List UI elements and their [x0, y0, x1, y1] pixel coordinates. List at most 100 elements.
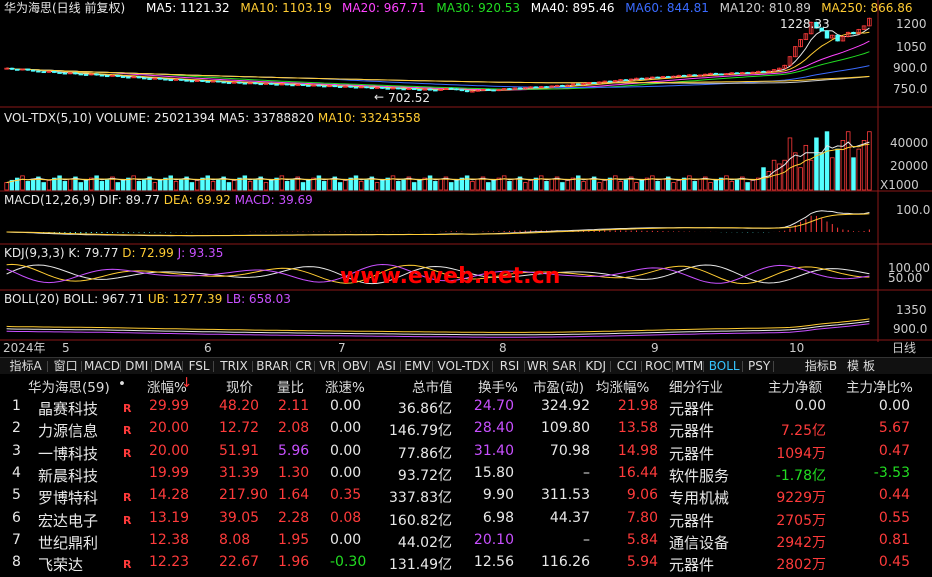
tab-right-1[interactable]: 模 [846, 358, 860, 375]
tab-right-2[interactable]: 板 [862, 358, 876, 375]
tab-brar[interactable]: BRAR [255, 358, 291, 375]
table-row[interactable]: 1 晶赛科技 R 29.99 48.20 2.11 0.00 36.86亿 24.70 324.9… [0, 396, 932, 418]
tab-wr[interactable]: WR [527, 358, 548, 375]
tab-cr[interactable]: CR [293, 358, 314, 375]
month-label-6: 6 [204, 341, 212, 355]
tab-emv[interactable]: EMV [403, 358, 431, 375]
col-pe[interactable]: 市盈(动) [533, 376, 584, 396]
tab-trix[interactable]: TRIX [216, 358, 252, 375]
candle [332, 85, 338, 88]
col-speed[interactable]: 涨速% [325, 376, 365, 396]
tab-dmi[interactable]: DMI [123, 358, 151, 375]
col-market-cap[interactable]: 总市值 [412, 376, 453, 396]
volume-bar [284, 181, 290, 191]
tab-fsl[interactable]: FSL [185, 358, 213, 375]
cell-vr: 2.11 [278, 398, 310, 414]
col-name[interactable]: 华为海思(59) [28, 376, 110, 396]
kline-title: 华为海思(日线 前复权) [4, 0, 125, 15]
tab-separator [703, 361, 705, 372]
candle [576, 83, 581, 86]
candle [136, 76, 142, 79]
cell-speed: -0.30 [330, 554, 367, 571]
cell-avg: 21.98 [617, 398, 658, 414]
tab-sar[interactable]: SAR [550, 358, 578, 375]
period-label[interactable]: 日线 [892, 341, 916, 355]
tab-mtm[interactable]: MTM [675, 358, 703, 375]
cell-avg: 13.58 [617, 420, 658, 437]
table-row[interactable]: 7 世纪鼎利 12.38 8.08 1.95 0.00 44.02亿 20.10 – 5.84 通信… [0, 530, 932, 552]
table-row[interactable]: 4 新晨科技 19.99 31.39 1.30 0.00 93.72亿 15.80 – 16.44… [0, 463, 932, 485]
col-price[interactable]: 现价 [226, 376, 253, 396]
tab-asi[interactable]: ASI [372, 358, 400, 375]
tab-right-0[interactable]: 指标B [800, 358, 842, 375]
cell-r: R [123, 558, 132, 572]
cell-turn: 20.10 [473, 531, 514, 548]
cell-pe: 116.26 [541, 554, 590, 571]
tab-boll[interactable]: BOLL [706, 358, 742, 375]
candle [163, 78, 168, 81]
tab-kdj[interactable]: KDJ [582, 358, 610, 375]
volume-bar [290, 178, 295, 191]
chart-panels[interactable]: 华为海思(日线 前复权) MA5: 1121.32 MA10: 1103.19 MA… [0, 0, 932, 357]
volume-bar [491, 179, 496, 191]
tab-窗口[interactable]: 窗口 [50, 358, 81, 375]
tab-roc[interactable]: ROC [644, 358, 672, 375]
candle [321, 85, 327, 88]
table-row[interactable]: 5 罗博特科 R 14.28 217.90 1.64 0.35 337.83亿 9.90 311.… [0, 485, 932, 507]
cell-pe: – [583, 531, 590, 548]
cell-pe: 70.98 [549, 442, 590, 459]
col-main-ratio[interactable]: 主力净比% [846, 376, 913, 396]
tab-separator [742, 361, 743, 372]
tab-vol-tdx[interactable]: VOL-TDX [435, 358, 493, 375]
candle [104, 75, 110, 78]
volume-bar [464, 175, 470, 191]
tab-dma[interactable]: DMA [154, 358, 182, 375]
tab-cci[interactable]: CCI [613, 358, 641, 375]
candle [507, 88, 512, 90]
boll-title: BOLL(20) [4, 292, 59, 306]
candle [253, 82, 258, 85]
table-row[interactable]: 2 力源信息 R 20.00 12.72 2.08 0.00 146.79亿 28.40 109.… [0, 418, 932, 440]
tab-指标a[interactable]: 指标A [4, 358, 47, 375]
table-row[interactable]: 6 宏达电子 R 13.19 39.05 2.28 0.08 160.82亿 6.98 44.37… [0, 508, 932, 530]
table-row[interactable]: 3 一博科技 R 20.00 51.91 5.96 0.00 77.86亿 31.40 70.98… [0, 441, 932, 463]
candle [692, 74, 697, 77]
col-volume-ratio[interactable]: 量比 [277, 376, 304, 396]
candle [94, 73, 99, 76]
tab-obv[interactable]: OBV [341, 358, 369, 375]
volume-bar [713, 179, 719, 191]
ma-label-4: MA40: 895.46 [531, 1, 615, 15]
cell-flow: -1.78亿 [775, 467, 826, 484]
cell-avg: 9.06 [626, 487, 658, 504]
cell-chg: 20.00 [149, 442, 190, 459]
tab-separator [314, 361, 316, 372]
cell-chg: 12.23 [149, 554, 190, 571]
col-industry[interactable]: 细分行业 [669, 376, 723, 396]
candle [364, 86, 369, 89]
candle [607, 80, 613, 83]
volume-bar [41, 182, 46, 191]
tab-separator [119, 361, 121, 372]
cell-ratio: 0.45 [878, 554, 910, 571]
tab-vr[interactable]: VR [317, 358, 338, 375]
svg-text:KDJ(9,3,3) K: 79.77 D: 72.99 J: KDJ(9,3,3) K: 79.77 D: 72.99 J: 93.35 [4, 246, 223, 260]
candle [200, 80, 205, 82]
tab-separator [431, 361, 433, 372]
tab-macd[interactable]: MACD [84, 358, 120, 375]
cell-turn: 12.56 [473, 554, 514, 571]
kline-axis-2: 900.0 [893, 61, 927, 75]
volume-bar [179, 178, 184, 191]
candle [205, 80, 211, 83]
cell-flow: 2942万 [776, 534, 826, 551]
col-main-flow[interactable]: 主力净额 [768, 376, 822, 396]
ma-label-0: MA5: 1121.32 [146, 1, 230, 15]
cell-mcap: 77.86亿 [397, 445, 452, 462]
table-row[interactable]: 8 飞荣达 R 12.23 22.67 1.96 -0.30 131.49亿 12.56 116.… [0, 552, 932, 574]
tab-psy[interactable]: PSY [745, 358, 773, 375]
vol-ma10: MA10: 33243558 [318, 111, 421, 125]
col-turnover[interactable]: 换手% [478, 376, 518, 396]
tab-rsi[interactable]: RSI [495, 358, 523, 375]
candle [52, 70, 57, 73]
cell-flow: 9229万 [776, 490, 826, 507]
col-avg-change[interactable]: 均涨幅% [596, 376, 649, 396]
